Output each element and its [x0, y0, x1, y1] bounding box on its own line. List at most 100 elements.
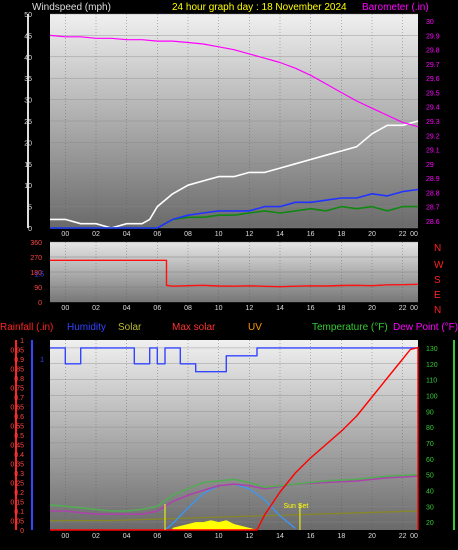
x-tick-label: 10: [215, 231, 223, 238]
temp-y-tick-label: 130: [426, 346, 438, 353]
x-tick-label: 06: [153, 533, 161, 540]
dir-y-tick-label: 0: [38, 300, 42, 307]
rain-y-tick-label: 0.8: [14, 376, 24, 383]
rain-y-tick-label: 0.05: [10, 519, 24, 526]
x-tick-label: 22: [399, 305, 407, 312]
wind-y-tick-label: 20: [24, 140, 32, 147]
rain-y-tick-label: 0.75: [10, 386, 24, 393]
panel3-legend: Rainfall (.in) Humidity Solar Max solar …: [0, 322, 458, 333]
rain-y-tick-label: 0.5: [14, 433, 24, 440]
direction-label-w: W: [434, 260, 444, 271]
baro-y-tick-label: 28.7: [426, 205, 440, 212]
sunset-label: Sun Set: [283, 503, 308, 510]
rain-y-tick-label: 0.35: [10, 462, 24, 469]
rain-y-tick-label: 0.7: [14, 395, 24, 402]
direction-label-n2: N: [434, 305, 441, 316]
direction-label-n: N: [434, 243, 441, 254]
x-tick-label: 12: [245, 533, 253, 540]
direction-label-s: S: [434, 275, 441, 286]
humidity-y-tick-label: 1.5: [34, 272, 44, 279]
rain-y-tick-label: 0.85: [10, 367, 24, 374]
rainfall-axis-title: Rainfall (.in): [0, 322, 53, 333]
baro-y-tick-label: 30: [426, 19, 434, 26]
wind-y-tick-label: 25: [24, 119, 32, 126]
wind-y-tick-label: 45: [24, 33, 32, 40]
barometer-axis-title: Barometer (.in): [362, 2, 429, 13]
wind-y-tick-label: 15: [24, 162, 32, 169]
x-tick-label: 10: [215, 305, 223, 312]
x-tick-label: 12: [245, 231, 253, 238]
baro-y-tick-label: 29.1: [426, 148, 440, 155]
dir-y-tick-label: 90: [34, 285, 42, 292]
x-tick-label: 04: [123, 231, 131, 238]
x-tick-label: 22: [399, 533, 407, 540]
temperature-axis-title: Temperature (°F): [312, 322, 388, 333]
baro-y-tick-label: 29.8: [426, 48, 440, 55]
x-tick-label: 02: [92, 305, 100, 312]
x-tick-label: 16: [307, 533, 315, 540]
x-tick-label: 22: [399, 231, 407, 238]
windspeed-axis-title: Windspeed (mph): [32, 2, 111, 13]
x-tick-label: 04: [123, 533, 131, 540]
rain-y-tick-label: 0.15: [10, 500, 24, 507]
temp-y-tick-label: 50: [426, 473, 434, 480]
rain-y-tick-label: 0.2: [14, 490, 24, 497]
baro-y-tick-label: 29.3: [426, 119, 440, 126]
weather-graph-page: Windspeed (mph) 24 hour graph day : 18 N…: [0, 0, 458, 550]
rain-y-tick-label: 0: [20, 528, 24, 535]
x-tick-label: 18: [337, 533, 345, 540]
temp-y-tick-label: 60: [426, 457, 434, 464]
x-tick-label-end: 00: [410, 533, 418, 540]
dir-y-tick-label: 360: [30, 240, 42, 247]
rain-y-tick-label: 0.1: [14, 509, 24, 516]
baro-y-tick-label: 29.5: [426, 90, 440, 97]
temp-y-tick-label: 80: [426, 425, 434, 432]
x-tick-label: 20: [368, 305, 376, 312]
temp-y-tick-label: 100: [426, 393, 438, 400]
direction-label-e: E: [434, 290, 441, 301]
wind-y-tick-label: 35: [24, 76, 32, 83]
x-tick-label: 14: [276, 305, 284, 312]
wind-y-tick-label: 10: [24, 183, 32, 190]
x-tick-label: 02: [92, 533, 100, 540]
x-tick-label-end: 00: [410, 305, 418, 312]
x-tick-label: 12: [245, 305, 253, 312]
x-tick-label: 16: [307, 305, 315, 312]
baro-y-tick-label: 29: [426, 162, 434, 169]
x-tick-label: 06: [153, 305, 161, 312]
temp-y-tick-label: 90: [426, 409, 434, 416]
temp-y-tick-label: 40: [426, 488, 434, 495]
x-tick-label: 08: [184, 231, 192, 238]
wind-y-tick-label: 40: [24, 55, 32, 62]
rain-y-tick-label: 0.9: [14, 357, 24, 364]
baro-y-tick-label: 29.6: [426, 76, 440, 83]
x-tick-label: 16: [307, 231, 315, 238]
temp-y-tick-label: 30: [426, 504, 434, 511]
x-tick-label: 18: [337, 231, 345, 238]
rain-plot-area: [50, 340, 418, 530]
x-tick-label: 20: [368, 533, 376, 540]
x-tick-label: 10: [215, 533, 223, 540]
baro-y-tick-label: 28.8: [426, 190, 440, 197]
max-solar-legend: Max solar: [172, 322, 216, 333]
rain-y-tick-label: 1: [20, 338, 24, 345]
temp-y-tick-label: 120: [426, 362, 438, 369]
dewpoint-axis-title: Dew Point (°F): [393, 322, 458, 333]
wind-y-tick-label: 5: [28, 205, 32, 212]
rain-y-tick-label: 0.3: [14, 471, 24, 478]
x-tick-label: 14: [276, 533, 284, 540]
rain-y-tick-label: 0.95: [10, 348, 24, 355]
x-tick-label: 14: [276, 231, 284, 238]
rain-y-tick-label: 0.65: [10, 405, 24, 412]
x-tick-label: 08: [184, 533, 192, 540]
wind-y-tick-label: 50: [24, 12, 32, 19]
x-tick-label: 00: [61, 305, 69, 312]
baro-y-tick-label: 29.4: [426, 105, 440, 112]
rain-y-tick-label: 0.55: [10, 424, 24, 431]
baro-y-tick-label: 28.6: [426, 219, 440, 226]
x-tick-label-end: 00: [410, 231, 418, 238]
rain-y-tick-label: 0.45: [10, 443, 24, 450]
x-tick-label: 18: [337, 305, 345, 312]
baro-y-tick-label: 28.9: [426, 176, 440, 183]
temp-y-tick-label: 70: [426, 441, 434, 448]
